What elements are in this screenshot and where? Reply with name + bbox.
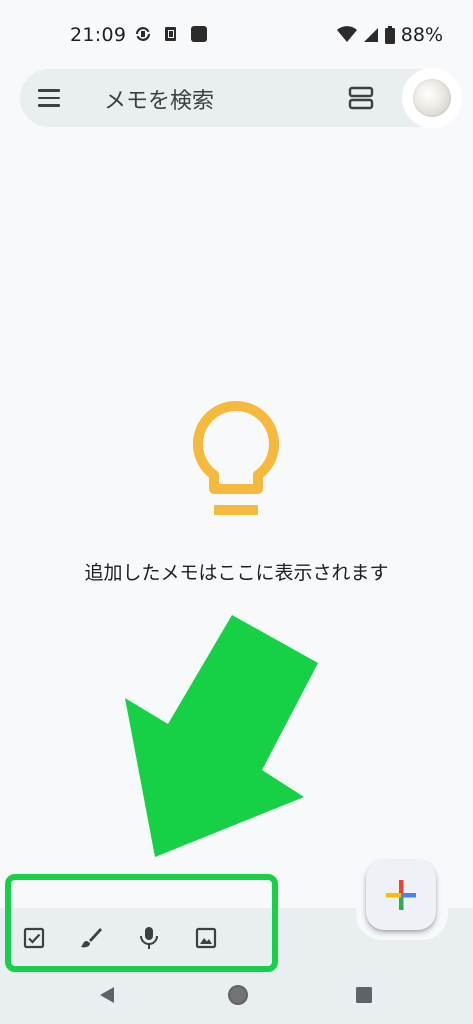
brush-icon bbox=[81, 928, 102, 948]
empty-state-message: 追加したメモはここに表示されます bbox=[84, 562, 389, 584]
search-placeholder[interactable]: メモを検索 bbox=[104, 83, 214, 115]
back-icon[interactable] bbox=[96, 984, 118, 1006]
account-avatar[interactable] bbox=[402, 68, 462, 128]
new-image-note-button[interactable] bbox=[192, 924, 220, 952]
signal-icon bbox=[363, 28, 378, 42]
recents-icon[interactable] bbox=[355, 986, 373, 1004]
view-toggle-icon[interactable] bbox=[348, 85, 374, 111]
app-square-icon bbox=[191, 26, 207, 42]
battery-icon bbox=[384, 26, 395, 44]
status-time: 21:09 bbox=[70, 24, 127, 46]
paste-icon bbox=[165, 27, 176, 41]
mic-icon bbox=[140, 927, 158, 949]
battery-percent: 88% bbox=[400, 24, 443, 46]
avatar-image bbox=[413, 79, 451, 117]
menu-icon[interactable] bbox=[38, 86, 64, 110]
wifi-icon bbox=[336, 26, 357, 42]
new-note-fab[interactable] bbox=[366, 860, 436, 930]
new-drawing-button[interactable] bbox=[77, 924, 105, 952]
lightbulb-icon bbox=[192, 401, 280, 515]
search-bar[interactable]: メモを検索 bbox=[20, 68, 462, 128]
home-icon[interactable] bbox=[226, 983, 250, 1007]
sync-icon bbox=[136, 27, 150, 41]
status-system-icons: 88% bbox=[336, 24, 443, 46]
new-list-button[interactable] bbox=[20, 924, 48, 952]
google-plus-icon bbox=[386, 880, 416, 910]
new-audio-note-button[interactable] bbox=[135, 924, 163, 952]
keep-home-screen: 21:09 88% メモを検索 追加したメモはここに表示されます bbox=[0, 0, 473, 1024]
checkbox-icon bbox=[23, 927, 45, 949]
status-bar: 21:09 88% bbox=[0, 0, 473, 72]
status-notification-icons bbox=[134, 25, 208, 43]
image-icon bbox=[195, 927, 217, 949]
